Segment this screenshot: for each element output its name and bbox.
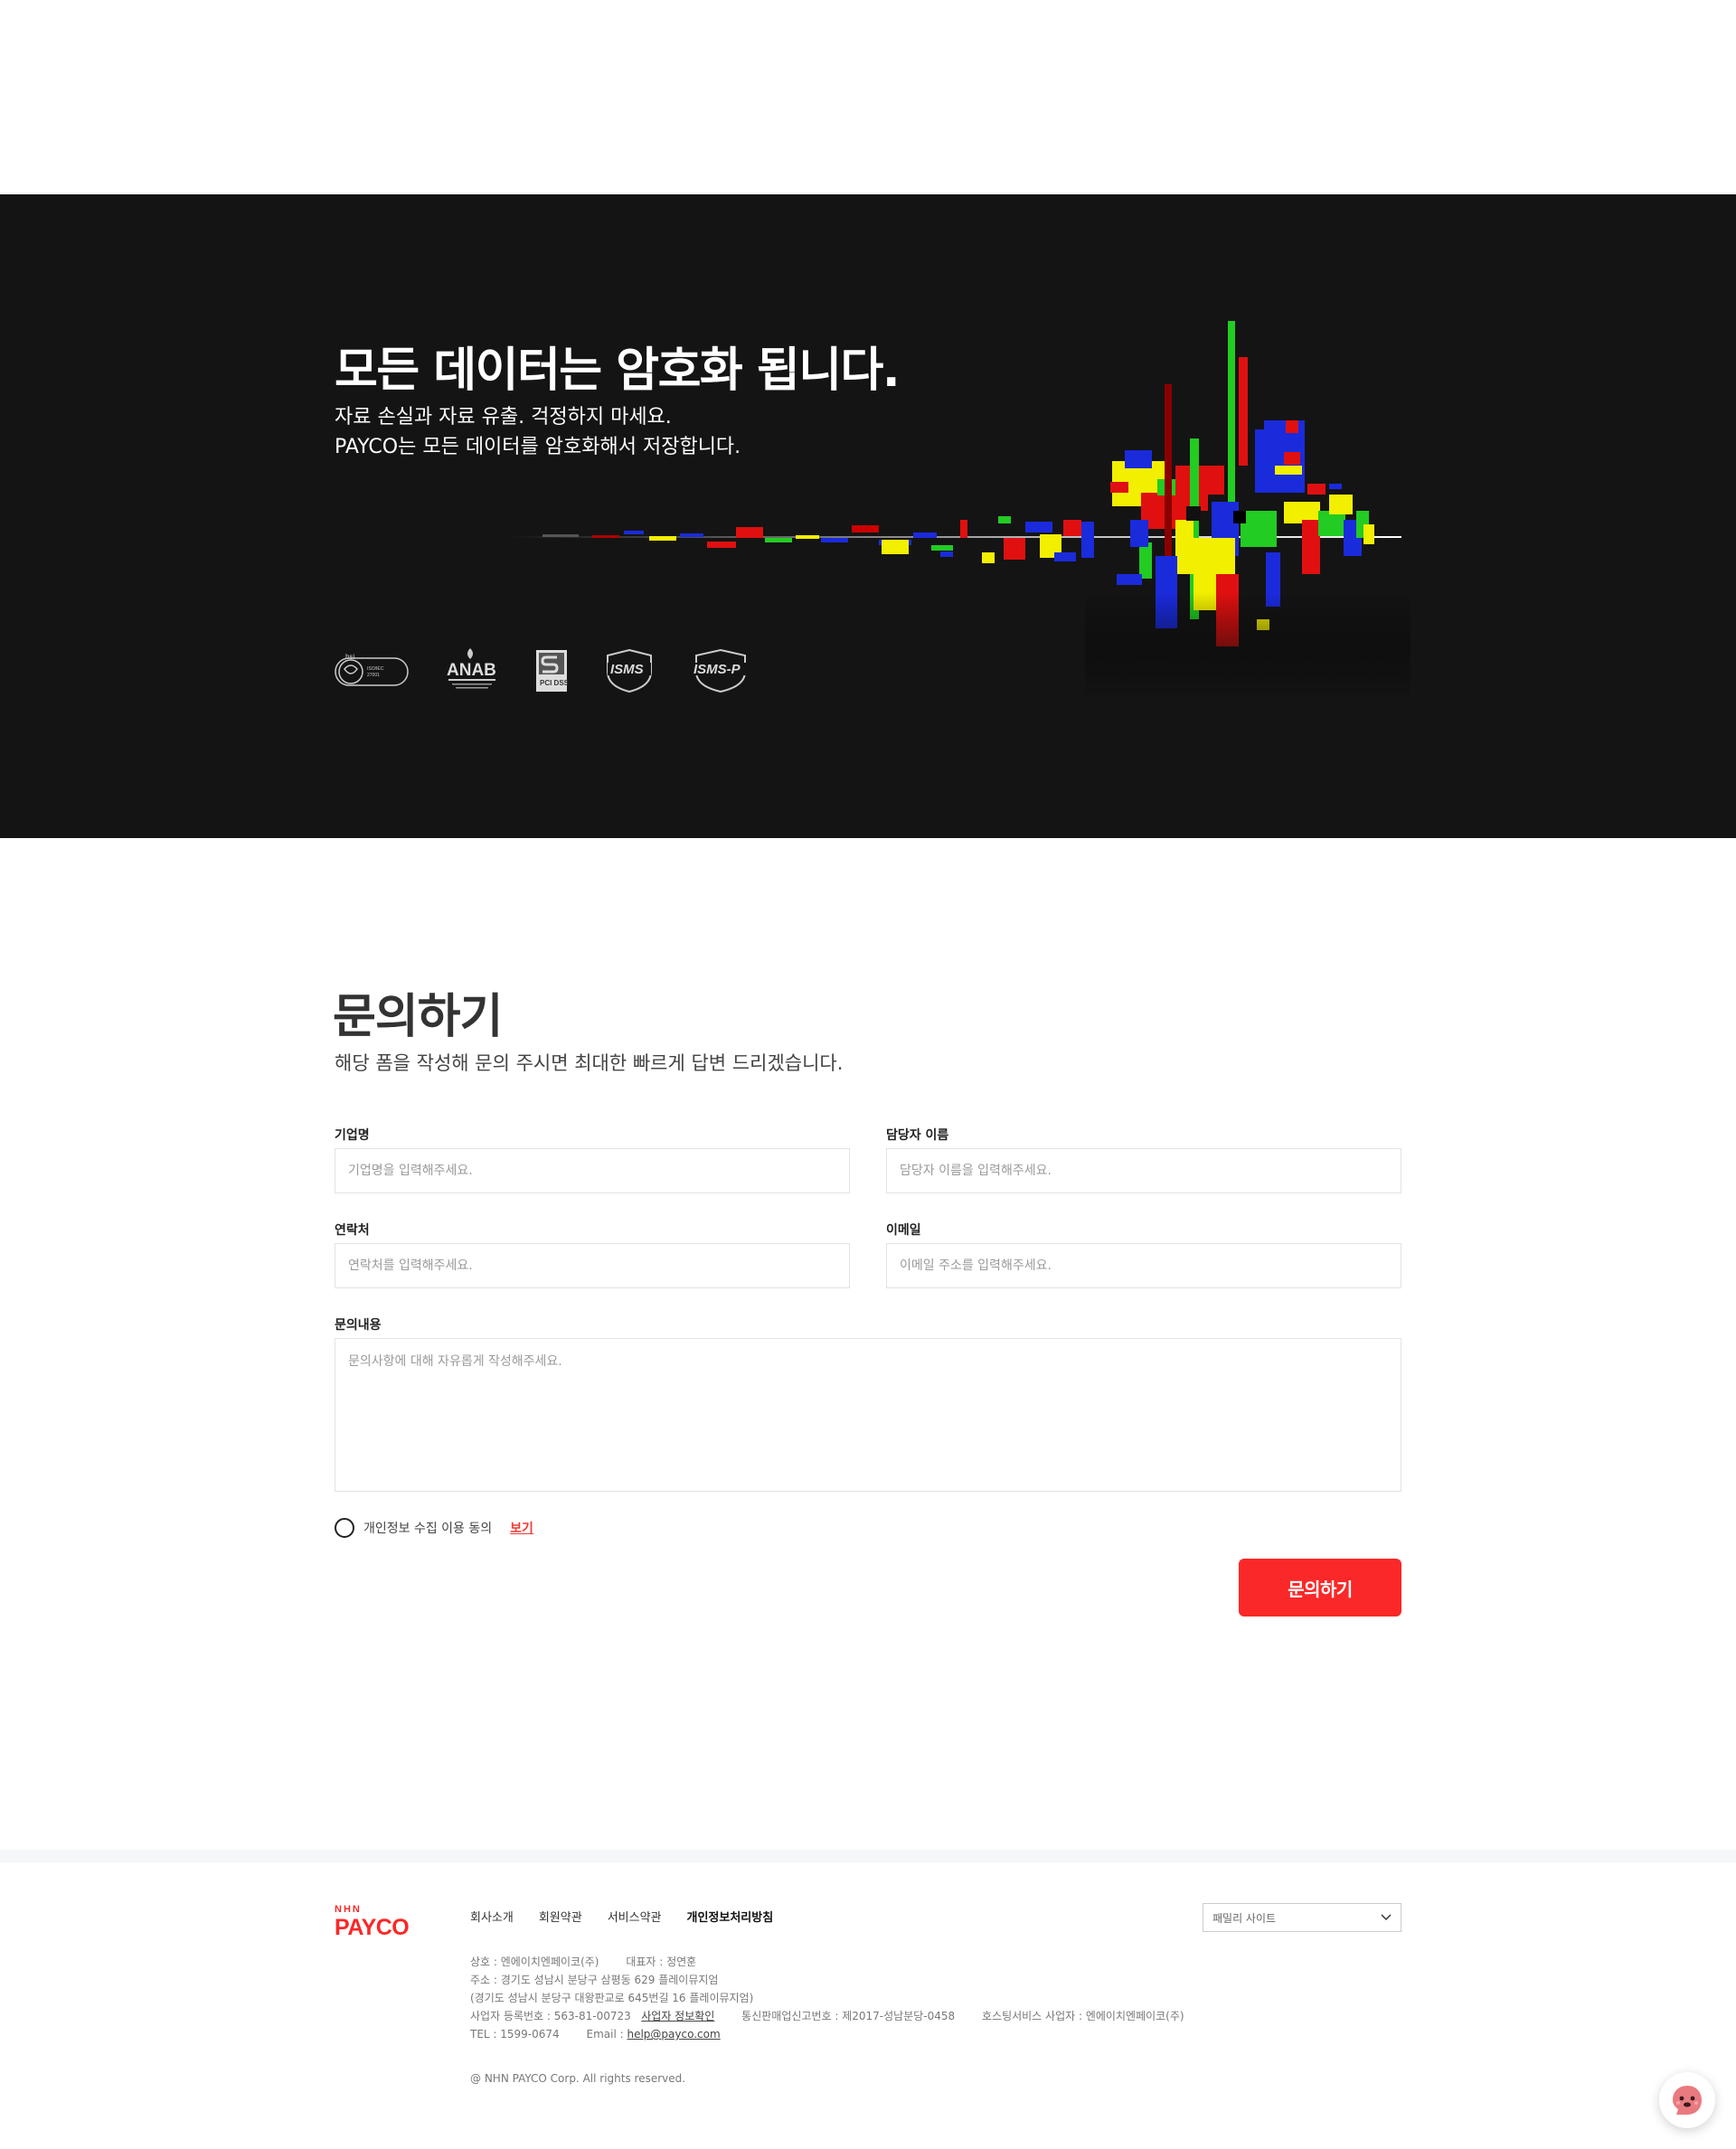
info-tel: TEL : 1599-0674 xyxy=(470,2028,560,2041)
footer-link-member-terms[interactable]: 회원약관 xyxy=(539,1908,582,1925)
inquiry-description: 해당 폼을 작성해 문의 주시면 최대한 빠르게 답변 드리겠습니다. xyxy=(335,1052,844,1074)
chatbot-button[interactable] xyxy=(1659,2072,1715,2128)
info-company: 상호 : 엔에이치엔페이코(주) xyxy=(470,1956,599,1968)
info-mail-order: 통신판매업신고번호 : 제2017-성남분당-0458 xyxy=(741,2010,956,2022)
bsi-iso27001-icon: bsi ISO/IEC 27001 xyxy=(335,651,409,691)
isms-icon: ISMS xyxy=(604,648,655,693)
data-encryption-graphic xyxy=(506,321,1410,701)
svg-text:bsi: bsi xyxy=(345,653,354,661)
company-label: 기업명 xyxy=(335,1128,370,1143)
company-input[interactable] xyxy=(335,1148,850,1193)
email-link[interactable]: help@payco.com xyxy=(627,2028,720,2041)
inquiry-title: 문의하기 xyxy=(333,990,503,1044)
svg-text:ANAB: ANAB xyxy=(447,661,496,680)
svg-text:ISMS: ISMS xyxy=(610,662,644,677)
hero-subtitle-line1: 자료 손실과 자료 유출. 걱정하지 마세요. xyxy=(335,406,672,429)
company-info: 상호 : 엔에이치엔페이코(주) 대표자 : 정연훈 주소 : 경기도 성남시 … xyxy=(470,1953,1184,2043)
content-textarea[interactable] xyxy=(335,1338,1401,1492)
phone-input[interactable] xyxy=(335,1243,850,1288)
footer-link-company[interactable]: 회사소개 xyxy=(470,1908,514,1925)
content-label: 문의내용 xyxy=(335,1318,382,1333)
footer: NHN PAYCO 회사소개 회원약관 서비스약관 개인정보처리방침 패밀리 사… xyxy=(0,1850,1736,2149)
certification-logos: bsi ISO/IEC 27001 ANAB PCI DSS ISMS ISMS… xyxy=(335,646,750,695)
footer-link-service-terms[interactable]: 서비스약관 xyxy=(608,1908,662,1925)
payco-logo[interactable]: NHN PAYCO xyxy=(335,1902,421,1942)
privacy-agree-row: 개인정보 수집 이용 동의 보기 xyxy=(335,1518,533,1538)
security-hero: 모든 데이터는 암호화 됩니다. 자료 손실과 자료 유출. 걱정하지 마세요.… xyxy=(0,194,1736,838)
hero-subtitle-line2: PAYCO는 모든 데이터를 암호화해서 저장합니다. xyxy=(335,436,741,458)
svg-text:27001: 27001 xyxy=(367,673,380,678)
info-address-road: (경기도 성남시 분당구 대왕판교로 645번길 16 플레이뮤지엄) xyxy=(470,1992,754,2004)
isms-p-icon: ISMS-P xyxy=(691,648,750,693)
inquiry-submit-button[interactable]: 문의하기 xyxy=(1239,1559,1401,1616)
email-label: 이메일 xyxy=(886,1223,921,1238)
anab-icon: ANAB xyxy=(445,646,499,695)
pci-dss-icon: PCI DSS xyxy=(535,649,568,693)
footer-nav: 회사소개 회원약관 서비스약관 개인정보처리방침 xyxy=(470,1908,773,1925)
logo-payco: PAYCO xyxy=(335,1915,409,1938)
info-email-label: Email : xyxy=(586,2028,627,2041)
svg-text:PCI DSS: PCI DSS xyxy=(540,679,568,687)
family-site-label: 패밀리 사이트 xyxy=(1212,1911,1277,1925)
footer-link-privacy[interactable]: 개인정보처리방침 xyxy=(687,1908,774,1925)
privacy-view-link[interactable]: 보기 xyxy=(510,1519,533,1537)
family-site-select[interactable]: 패밀리 사이트 xyxy=(1203,1903,1401,1932)
page: 모든 데이터는 암호화 됩니다. 자료 손실과 자료 유출. 걱정하지 마세요.… xyxy=(0,0,1736,2149)
info-ceo: 대표자 : 정연훈 xyxy=(626,1956,697,1968)
manager-name-label: 담당자 이름 xyxy=(886,1128,949,1143)
privacy-agree-label[interactable]: 개인정보 수집 이용 동의 xyxy=(363,1519,492,1537)
privacy-agree-radio[interactable] xyxy=(335,1518,354,1538)
phone-label: 연락처 xyxy=(335,1223,370,1238)
svg-text:ISMS-P: ISMS-P xyxy=(693,662,741,677)
info-hosting: 호스팅서비스 사업자 : 엔에이치엔페이코(주) xyxy=(981,2010,1184,2022)
info-address: 주소 : 경기도 성남시 분당구 삼평동 629 플레이뮤지엄 xyxy=(470,1974,719,1986)
chatbot-character-icon xyxy=(1673,2086,1702,2115)
hero-title: 모든 데이터는 암호화 됩니다. xyxy=(335,344,901,398)
copyright: @ NHN PAYCO Corp. All rights reserved. xyxy=(470,2072,686,2085)
logo-nhn: NHN xyxy=(335,1904,362,1915)
chevron-down-icon xyxy=(1381,1914,1392,1921)
hero-subtitle: 자료 손실과 자료 유출. 걱정하지 마세요. PAYCO는 모든 데이터를 암… xyxy=(335,402,741,462)
biz-info-link[interactable]: 사업자 정보확인 xyxy=(641,2010,714,2022)
info-biz-no: 사업자 등록번호 : 563-81-00723 xyxy=(470,2010,631,2022)
manager-name-input[interactable] xyxy=(886,1148,1401,1193)
email-input[interactable] xyxy=(886,1243,1401,1288)
svg-text:ISO/IEC: ISO/IEC xyxy=(367,666,384,672)
